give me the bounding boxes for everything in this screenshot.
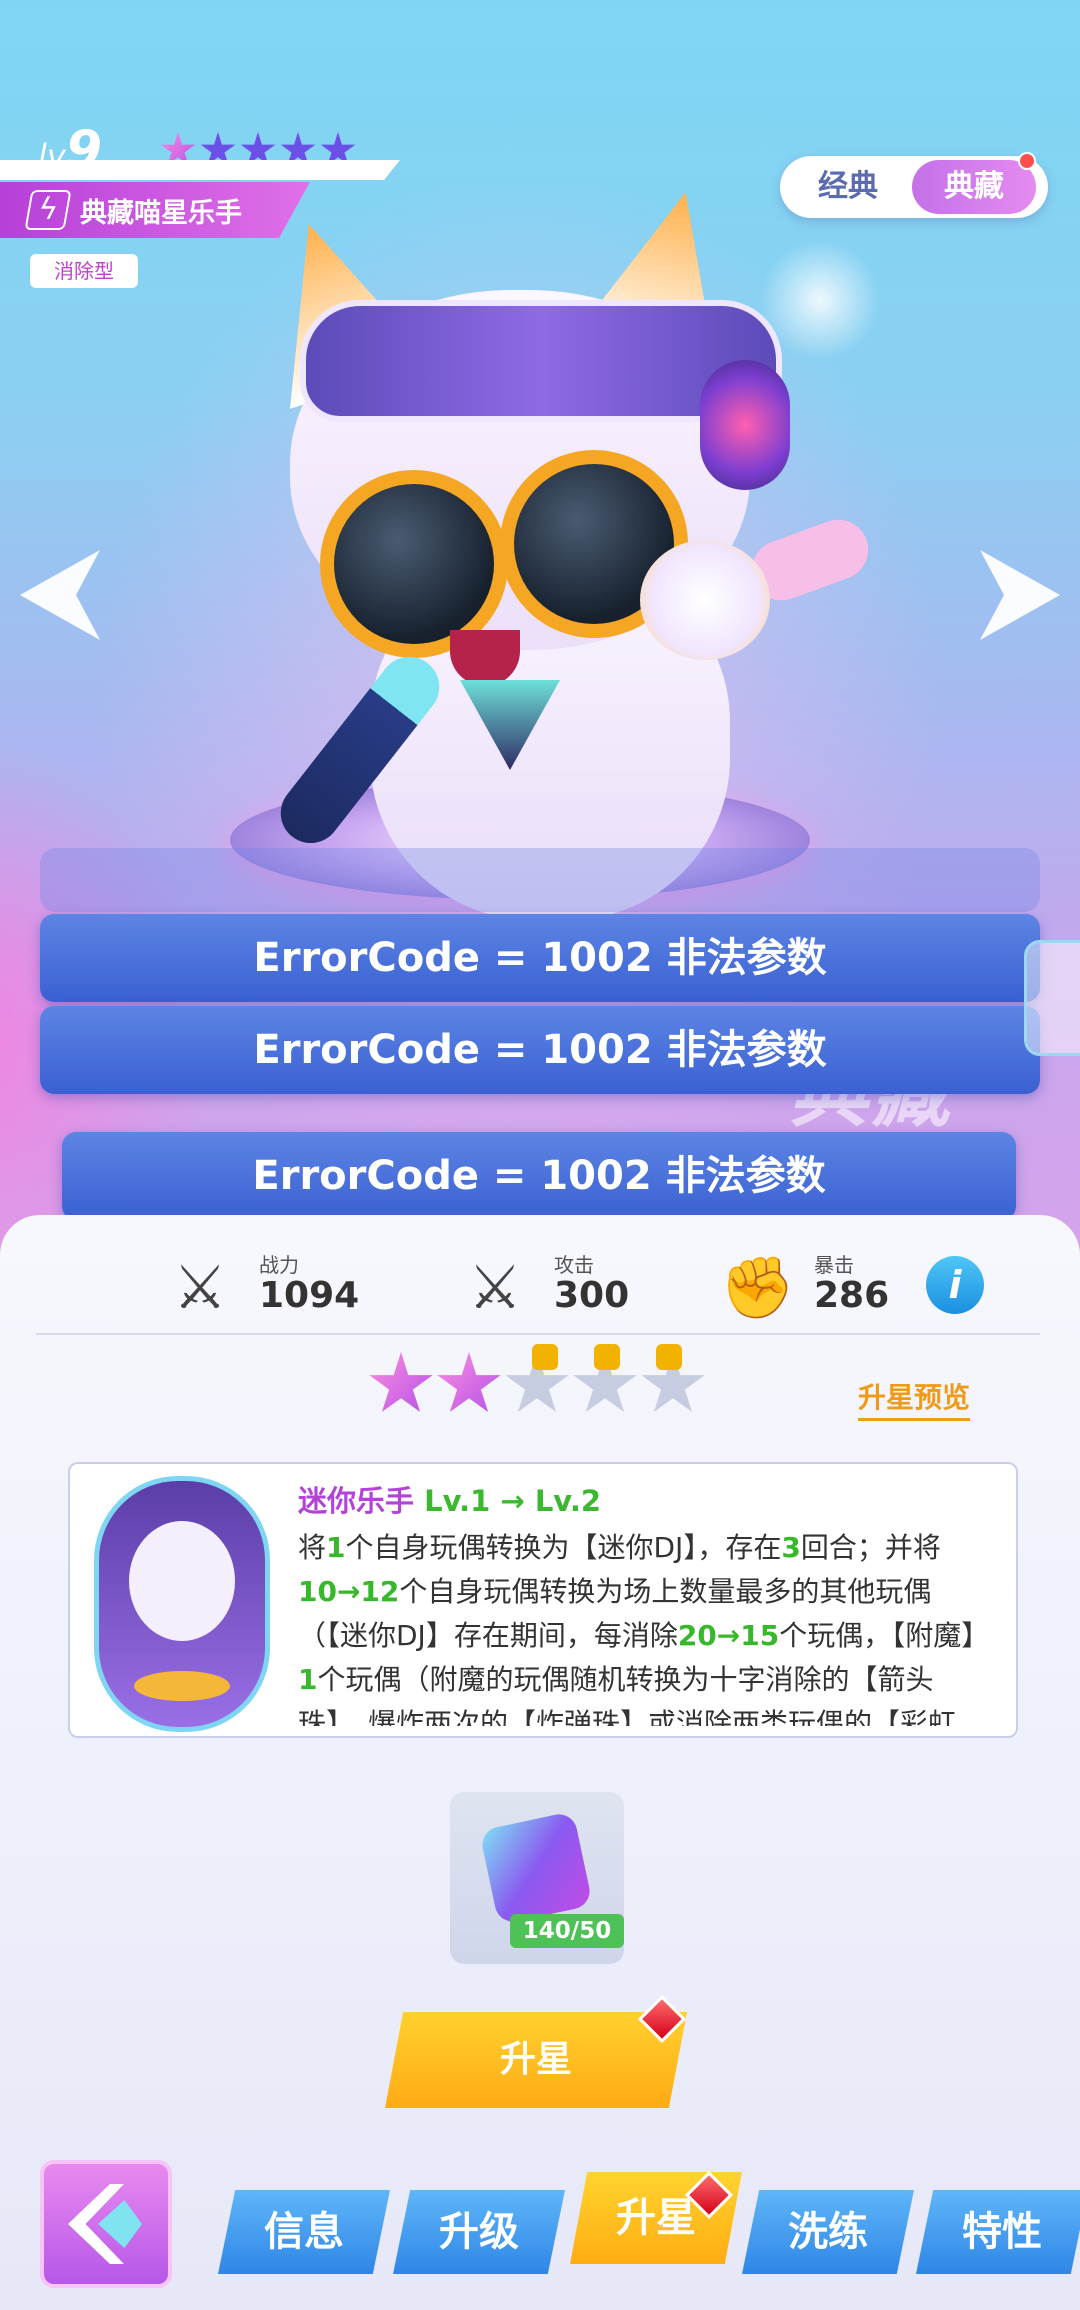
skill-desc-highlight: 10→12 <box>298 1575 400 1608</box>
portrait-base <box>134 1671 230 1701</box>
tab-info[interactable]: 信息 <box>218 2190 390 2274</box>
portrait-cat <box>129 1521 235 1641</box>
skill-desc-highlight: 20→15 <box>677 1619 780 1652</box>
skill-description: 将1个自身玩偶转换为【迷你DJ】，存在3回合；并将10→12个自身玩偶转换为场上… <box>298 1526 998 1726</box>
skill-card: 迷你乐手 Lv.1 → Lv.2 将1个自身玩偶转换为【迷你DJ】，存在3回合；… <box>68 1462 1018 1738</box>
skill-desc-text: 回合；并将 <box>800 1531 941 1564</box>
tab-traits[interactable]: 特性 <box>916 2190 1080 2274</box>
skin-toggle[interactable]: 经典 典藏 <box>780 152 1048 218</box>
crossed-swords-icon: ⚔ <box>173 1253 227 1323</box>
stat-value: 1094 <box>259 1275 360 1316</box>
stat-attack: ⚔ 攻击 300 <box>460 1245 680 1335</box>
skill-desc-highlight: 3 <box>781 1531 801 1564</box>
star-preview-link[interactable]: 升星预览 <box>858 1376 971 1421</box>
lock-icon <box>532 1344 558 1370</box>
headphone <box>700 360 790 490</box>
lightning-icon: ϟ <box>24 190 72 230</box>
crossed-blades-icon: ⚔ <box>468 1253 522 1323</box>
material-count: 140/50 <box>510 1914 624 1948</box>
skill-desc-highlight: 1 <box>298 1663 318 1696</box>
error-toast-fading <box>40 848 1040 912</box>
cat-paw <box>640 540 770 660</box>
stat-label: 暴击 <box>814 1253 854 1277</box>
stat-power: ⚔ 战力 1094 <box>165 1245 395 1335</box>
type-tag: 消除型 <box>30 254 138 288</box>
star-icon <box>437 1352 501 1413</box>
divider <box>36 1333 1040 1335</box>
tab-levelup[interactable]: 升级 <box>393 2190 565 2274</box>
stat-label: 攻击 <box>554 1253 594 1277</box>
material-slot[interactable]: 140/50 <box>450 1792 624 1964</box>
puzzle-piece-icon <box>479 1811 593 1925</box>
skill-desc-text: 个自身玩偶转换为【迷你DJ】，存在 <box>345 1531 782 1564</box>
toggle-collection[interactable]: 典藏 <box>912 160 1036 214</box>
skill-desc-text: 个玩偶（附魔的玩偶随机转换为十字消除的【箭头珠】、爆炸两次的【炸弹珠】或消除两类… <box>298 1663 957 1726</box>
info-icon[interactable]: i <box>926 1256 984 1314</box>
notification-dot <box>1018 152 1036 170</box>
title-stripe <box>0 160 400 180</box>
tab-refine[interactable]: 洗练 <box>742 2190 914 2274</box>
stat-value: 286 <box>814 1275 890 1316</box>
skill-desc-text: 个玩偶，【附魔】 <box>779 1619 990 1652</box>
back-diamond-icon <box>98 2200 142 2248</box>
back-button[interactable] <box>40 2160 172 2288</box>
error-toast: ErrorCode = 1002 非法参数 <box>62 1132 1016 1220</box>
error-toast: ErrorCode = 1002 非法参数 <box>40 914 1040 1002</box>
character-art <box>260 200 877 920</box>
stat-label: 战力 <box>259 1253 299 1277</box>
skill-portrait <box>94 1476 270 1732</box>
skill-level-change: Lv.1 → Lv.2 <box>424 1484 602 1518</box>
upgrade-star-button[interactable]: 升星 <box>385 2012 687 2108</box>
skill-name: 迷你乐手 <box>298 1484 415 1518</box>
lock-icon <box>656 1344 682 1370</box>
error-toast: ErrorCode = 1002 非法参数 <box>40 1006 1040 1094</box>
side-tab-handle[interactable] <box>1024 940 1080 1056</box>
skill-desc-text: 将 <box>298 1531 327 1564</box>
fist-icon: ✊ <box>720 1253 795 1323</box>
stats-row: ⚔ 战力 1094 ⚔ 攻击 300 ✊ 暴击 286 <box>0 1245 1080 1335</box>
star-icon <box>369 1352 433 1413</box>
skill-desc-highlight: 1 <box>326 1531 346 1564</box>
stat-value: 300 <box>554 1275 630 1316</box>
stat-crit: ✊ 暴击 286 <box>720 1245 940 1335</box>
skill-title: 迷你乐手 Lv.1 → Lv.2 <box>298 1478 601 1520</box>
character-name: 典藏喵星乐手 <box>80 197 242 229</box>
lock-icon <box>594 1344 620 1370</box>
